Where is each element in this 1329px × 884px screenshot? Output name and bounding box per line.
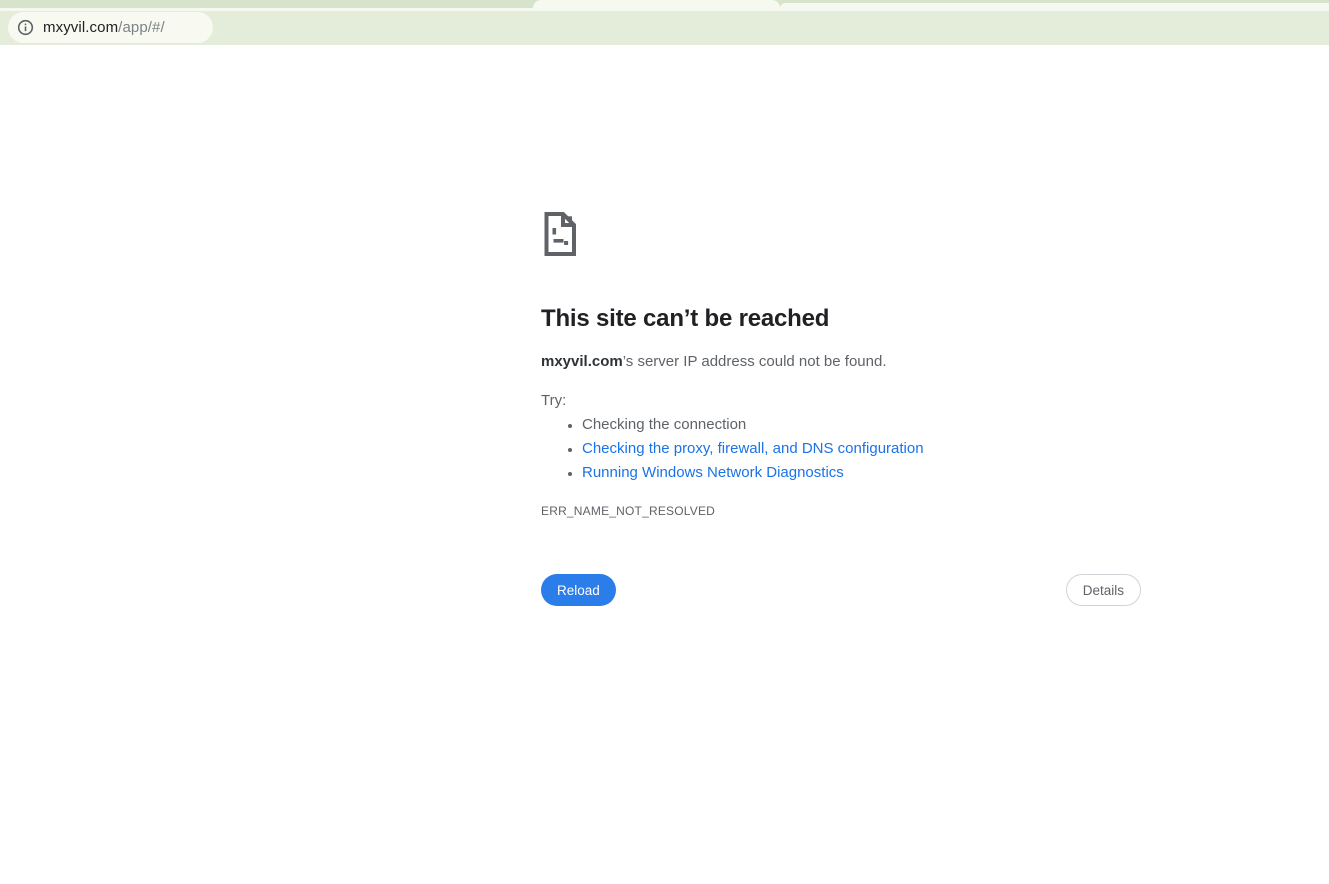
suggestion-item-connection: Checking the connection: [582, 417, 1141, 433]
address-bar[interactable]: mxyvil.com/app/#/: [8, 12, 213, 43]
sad-page-icon: [544, 212, 576, 256]
suggestion-item-proxy: Checking the proxy, firewall, and DNS co…: [582, 441, 1141, 457]
active-tab[interactable]: [533, 0, 780, 8]
try-label: Try:: [541, 392, 567, 409]
error-title: This site can’t be reached: [541, 305, 830, 332]
error-message-rest: ’s server IP address could not be found.: [622, 353, 887, 370]
reload-button[interactable]: Reload: [541, 574, 616, 606]
url-path: /app/#/: [118, 19, 165, 36]
suggestion-text-connection: Checking the connection: [582, 416, 747, 433]
url-host: mxyvil.com: [43, 19, 119, 36]
error-message: mxyvil.com’s server IP address could not…: [541, 354, 1141, 370]
suggestions-list: Checking the connection Checking the pro…: [541, 417, 1141, 481]
error-message-host: mxyvil.com: [541, 353, 623, 370]
error-code: ERR_NAME_NOT_RESOLVED: [541, 504, 716, 518]
error-page: This site can’t be reached mxyvil.com’s …: [541, 210, 1141, 606]
suggestion-link-proxy[interactable]: Checking the proxy, firewall, and DNS co…: [582, 440, 924, 457]
suggestion-link-diagnostics[interactable]: Running Windows Network Diagnostics: [582, 464, 844, 481]
site-info-icon[interactable]: [17, 19, 34, 36]
tab-strip: [0, 0, 1329, 8]
suggestion-item-diagnostics: Running Windows Network Diagnostics: [582, 465, 1141, 481]
details-button[interactable]: Details: [1065, 574, 1141, 606]
buttons-row: Reload Details: [541, 574, 1141, 606]
url-text[interactable]: mxyvil.com/app/#/: [43, 19, 165, 36]
